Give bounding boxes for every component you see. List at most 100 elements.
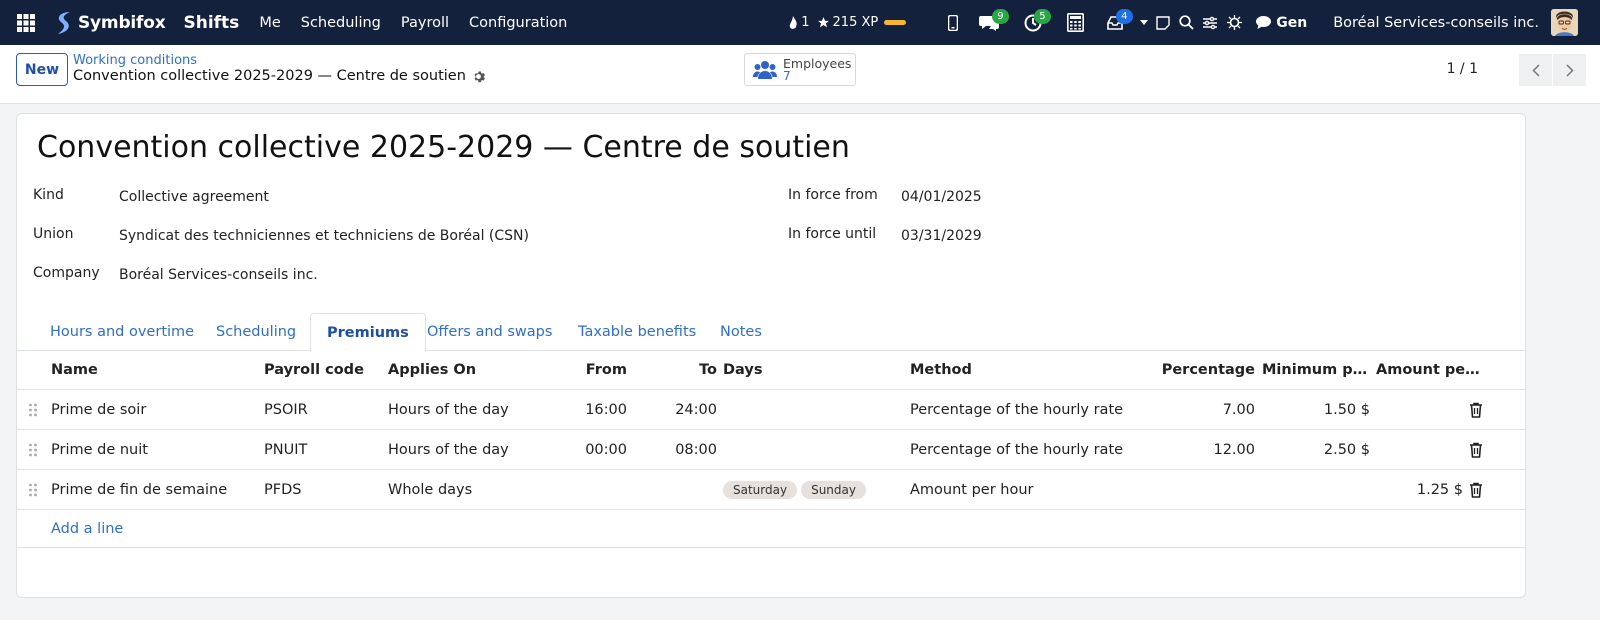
table-row[interactable]: Prime de fin de semaine PFDS Whole days …	[17, 469, 1525, 510]
phone-icon	[948, 14, 959, 31]
xp-indicator[interactable]: 1 215 XP	[788, 15, 907, 30]
activities-button[interactable]: 5	[1010, 0, 1056, 45]
premium-method[interactable]: Percentage of the hourly rate	[910, 390, 1123, 430]
column-header-name[interactable]: Name	[51, 351, 251, 389]
star-icon	[817, 17, 829, 28]
premium-amount[interactable]: 1.25 $	[1376, 470, 1463, 510]
premium-to[interactable]: 24:00	[637, 390, 717, 430]
table-row[interactable]: Prime de soir PSOIR Hours of the day 16:…	[17, 389, 1525, 430]
activities-badge: 5	[1034, 9, 1051, 24]
notebook-tabs: Hours and overtime Scheduling Premiums O…	[17, 313, 1525, 352]
premium-from[interactable]: 00:00	[547, 430, 627, 470]
premium-minimum[interactable]: 2.50 $	[1262, 430, 1370, 470]
trash-icon[interactable]	[1469, 402, 1483, 418]
fox-logo-icon	[58, 11, 70, 34]
calculator-icon	[1066, 13, 1084, 32]
kind-label: Kind	[33, 187, 64, 203]
column-header-payroll-code[interactable]: Payroll code	[264, 351, 384, 389]
users-icon	[753, 60, 777, 79]
premium-to[interactable]: 08:00	[637, 430, 717, 470]
search-button[interactable]	[1174, 0, 1198, 45]
column-header-from[interactable]: From	[547, 351, 627, 389]
column-header-to[interactable]: To	[637, 351, 717, 389]
brand-name: Symbifox	[78, 12, 166, 33]
tab-premiums[interactable]: Premiums	[310, 313, 426, 352]
column-header-percentage[interactable]: Percentage	[1140, 351, 1255, 389]
column-header-amount[interactable]: Amount per ...	[1376, 351, 1484, 389]
day-tag[interactable]: Sunday	[801, 481, 866, 499]
company-switcher[interactable]: Boréal Services-conseils inc.	[1333, 15, 1539, 31]
column-header-method[interactable]: Method	[910, 351, 1030, 389]
premium-applies-on[interactable]: Whole days	[388, 470, 472, 510]
menu-scheduling[interactable]: Scheduling	[301, 15, 381, 31]
column-header-days[interactable]: Days	[723, 351, 803, 389]
gear-icon[interactable]	[472, 70, 485, 83]
drag-handle-icon[interactable]	[28, 443, 38, 457]
trash-icon[interactable]	[1469, 482, 1483, 498]
tab-scheduling[interactable]: Scheduling	[200, 313, 312, 351]
trash-icon[interactable]	[1469, 442, 1483, 458]
premium-days[interactable]: Saturday Sunday	[723, 470, 870, 510]
premium-applies-on[interactable]: Hours of the day	[388, 390, 509, 430]
premium-minimum[interactable]: 1.50 $	[1262, 390, 1370, 430]
menu-me[interactable]: Me	[259, 15, 280, 31]
premium-percentage[interactable]: 12.00	[1140, 430, 1255, 470]
column-header-minimum[interactable]: Minimum per...	[1262, 351, 1370, 389]
search-icon	[1179, 15, 1194, 30]
apps-menu-button[interactable]	[0, 0, 52, 45]
pager-previous-button[interactable]	[1519, 54, 1552, 86]
debug-button[interactable]	[1222, 0, 1246, 45]
drag-handle-icon[interactable]	[28, 403, 38, 417]
premium-method[interactable]: Amount per hour	[910, 470, 1034, 510]
app-name[interactable]: Shifts	[183, 13, 239, 33]
premium-percentage[interactable]: 7.00	[1140, 390, 1255, 430]
company-value[interactable]: Boréal Services-conseils inc.	[119, 267, 318, 283]
quick-menu-toggle[interactable]	[1136, 0, 1152, 45]
pager-next-button[interactable]	[1553, 54, 1586, 86]
table-row[interactable]: Prime de nuit PNUIT Hours of the day 00:…	[17, 429, 1525, 470]
inbox-button[interactable]: 4	[1094, 0, 1136, 45]
tab-offers-and-swaps[interactable]: Offers and swaps	[411, 313, 568, 351]
premium-name[interactable]: Prime de fin de semaine	[51, 470, 227, 510]
premium-code[interactable]: PSOIR	[264, 390, 308, 430]
day-tag[interactable]: Saturday	[723, 481, 798, 499]
tab-notes[interactable]: Notes	[704, 313, 778, 351]
gen-assistant-button[interactable]: Gen	[1256, 15, 1307, 31]
drag-handle-icon[interactable]	[28, 483, 38, 497]
in-force-until-value[interactable]: 03/31/2029	[901, 228, 982, 244]
union-value[interactable]: Syndicat des techniciennes et technicien…	[119, 228, 529, 244]
in-force-from-value[interactable]: 04/01/2025	[901, 189, 982, 205]
notes-button[interactable]	[1152, 0, 1174, 45]
brand-logo[interactable]: Symbifox	[52, 10, 166, 36]
menu-payroll[interactable]: Payroll	[401, 15, 449, 31]
employees-smart-button[interactable]: Employees 7	[744, 53, 856, 86]
pager-value[interactable]: 1 / 1	[1447, 61, 1478, 77]
in-force-until-label: In force until	[788, 226, 877, 242]
column-header-applies-on[interactable]: Applies On	[388, 351, 508, 389]
breadcrumb[interactable]: Working conditions	[73, 53, 197, 68]
premium-method[interactable]: Percentage of the hourly rate	[910, 430, 1123, 470]
add-line-row: Add a line	[17, 509, 1525, 548]
premium-applies-on[interactable]: Hours of the day	[388, 430, 509, 470]
form-title[interactable]: Convention collective 2025-2029 — Centre…	[37, 130, 850, 165]
premium-code[interactable]: PFDS	[264, 470, 301, 510]
premium-name[interactable]: Prime de soir	[51, 390, 146, 430]
messages-button[interactable]: 9	[968, 0, 1010, 45]
tab-taxable-benefits[interactable]: Taxable benefits	[562, 313, 712, 351]
company-label: Company	[33, 265, 100, 281]
navbar-systray: 1 215 XP 9 5 4 Gen Boréal Services-conse…	[788, 0, 1600, 45]
settings-sliders-button[interactable]	[1198, 0, 1222, 45]
tab-hours-and-overtime[interactable]: Hours and overtime	[34, 313, 210, 351]
kind-value[interactable]: Collective agreement	[119, 189, 269, 205]
new-button[interactable]: New	[16, 53, 68, 86]
apps-grid-icon	[17, 13, 35, 32]
premium-code[interactable]: PNUIT	[264, 430, 307, 470]
add-line-button[interactable]: Add a line	[51, 510, 123, 548]
calculator-button[interactable]	[1056, 0, 1094, 45]
premium-name[interactable]: Prime de nuit	[51, 430, 148, 470]
phone-button[interactable]	[938, 0, 968, 45]
xp-points: 215 XP	[832, 15, 879, 30]
menu-configuration[interactable]: Configuration	[469, 15, 567, 31]
avatar[interactable]	[1551, 9, 1578, 36]
premium-from[interactable]: 16:00	[547, 390, 627, 430]
